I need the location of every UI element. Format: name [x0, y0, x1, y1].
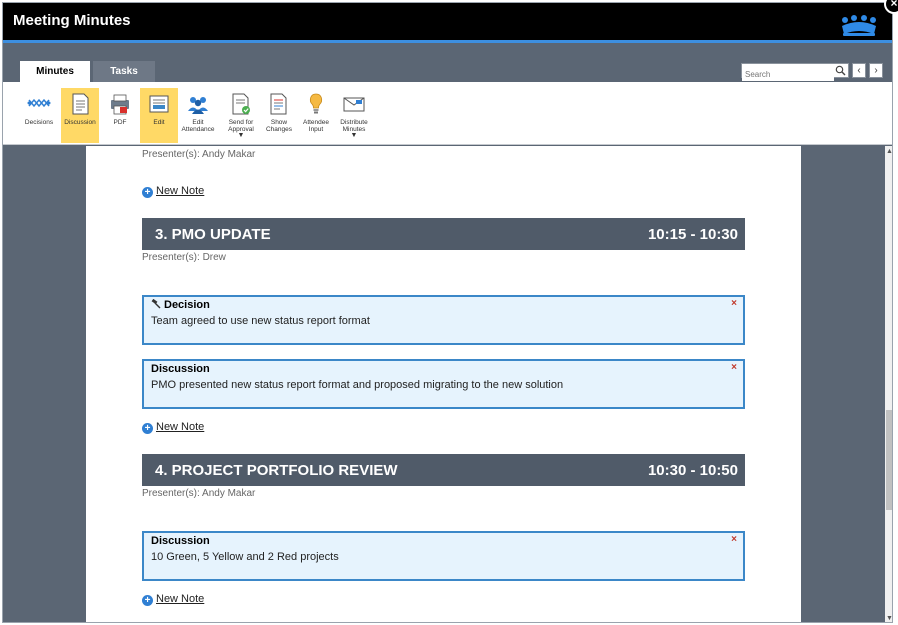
- new-note-label: New Note: [156, 421, 205, 433]
- scroll-down-icon[interactable]: ▼: [886, 615, 892, 622]
- decisions-button[interactable]: Decisions: [20, 88, 58, 143]
- distribute-minutes-label: Distribute Minutes: [340, 119, 368, 133]
- discussion-button[interactable]: Discussion: [61, 88, 99, 143]
- tab-minutes[interactable]: Minutes: [20, 61, 90, 83]
- decision-note[interactable]: Decision Team agreed to use new status r…: [142, 295, 745, 345]
- pdf-icon: [111, 94, 129, 115]
- presenter-text: Presenter(s): Andy Makar: [142, 149, 256, 160]
- approval-icon: [232, 93, 250, 115]
- plus-icon: +: [142, 595, 153, 606]
- note-text: Team agreed to use new status report for…: [151, 315, 370, 327]
- lightbulb-icon: [309, 93, 323, 114]
- chevron-down-icon: ▼: [237, 132, 245, 139]
- delete-note-icon[interactable]: ×: [731, 534, 737, 545]
- new-note-label: New Note: [156, 185, 205, 197]
- note-type-label: Decision: [164, 299, 210, 311]
- show-changes-button[interactable]: Show Changes: [260, 88, 298, 143]
- edit-label: Edit: [153, 119, 165, 126]
- scrollbar-thumb[interactable]: [886, 410, 892, 510]
- decisions-icon: [27, 98, 51, 108]
- note-type: Discussion: [151, 363, 210, 375]
- note-text: 10 Green, 5 Yellow and 2 Red projects: [151, 551, 339, 563]
- discussion-note[interactable]: Discussion 10 Green, 5 Yellow and 2 Red …: [142, 531, 745, 581]
- distribute-minutes-button[interactable]: Distribute Minutes ▼: [335, 88, 373, 143]
- minutes-content: Presenter(s): Andy Makar + New Note 3. PM…: [3, 146, 885, 622]
- gavel-icon: [151, 299, 161, 309]
- edit-attendance-button[interactable]: Edit Attendance: [179, 88, 217, 143]
- presenter-text: Presenter(s): Drew: [142, 252, 226, 263]
- new-note-link[interactable]: + New Note: [142, 421, 204, 434]
- agenda-item-header: 4. PROJECT PORTFOLIO REVIEW 10:30 - 10:5…: [142, 454, 745, 486]
- decisions-label: Decisions: [24, 119, 54, 126]
- tab-tasks[interactable]: Tasks: [93, 61, 155, 83]
- note-type: Decision: [151, 299, 210, 311]
- agenda-item-header: 3. PMO UPDATE 10:15 - 10:30: [142, 218, 745, 250]
- agenda-item-time: 10:15 - 10:30: [647, 226, 738, 243]
- pdf-button[interactable]: PDF: [101, 88, 139, 143]
- discussion-label: Discussion: [64, 119, 96, 126]
- minutes-page: Presenter(s): Andy Makar + New Note 3. PM…: [86, 146, 801, 622]
- vertical-scrollbar[interactable]: ▲ ▼: [885, 146, 892, 622]
- note-type: Discussion: [151, 535, 210, 547]
- next-button[interactable]: ›: [869, 63, 883, 78]
- edit-icon: [149, 95, 169, 113]
- attendee-input-button[interactable]: Attendee Input: [297, 88, 335, 143]
- new-note-label: New Note: [156, 593, 205, 605]
- new-note-link[interactable]: + New Note: [142, 185, 204, 198]
- new-note-link[interactable]: + New Note: [142, 593, 204, 606]
- presenter-text: Presenter(s): Andy Makar: [142, 488, 256, 499]
- scroll-up-icon[interactable]: ▲: [886, 148, 892, 155]
- show-changes-label: Show Changes: [265, 119, 293, 133]
- plus-icon: +: [142, 423, 153, 434]
- window-title: Meeting Minutes: [13, 12, 131, 29]
- changes-icon: [270, 93, 287, 115]
- logo-icon: [842, 15, 876, 36]
- note-text: PMO presented new status report format a…: [151, 379, 564, 391]
- send-for-approval-label: Send for Approval: [228, 119, 254, 133]
- toolbar: Decisions Discussion PDF Edit Edit Atten…: [3, 82, 892, 145]
- search-input[interactable]: [742, 68, 834, 81]
- agenda-item-time: 10:30 - 10:50: [647, 462, 738, 479]
- pdf-label: PDF: [113, 119, 127, 126]
- search-icon[interactable]: [835, 65, 846, 76]
- distribute-icon: [343, 97, 365, 112]
- edit-attendance-label: Edit Attendance: [181, 119, 215, 133]
- meeting-minutes-window: Meeting Minutes Minutes Tasks ‹ ›: [2, 2, 893, 623]
- discussion-note[interactable]: Discussion PMO presented new status repo…: [142, 359, 745, 409]
- chevron-down-icon: ▼: [350, 132, 358, 139]
- attendance-icon: [188, 97, 208, 114]
- title-bar: Meeting Minutes: [3, 3, 892, 43]
- delete-note-icon[interactable]: ×: [731, 298, 737, 309]
- tab-strip: Minutes Tasks ‹ ›: [3, 43, 892, 83]
- send-for-approval-button[interactable]: Send for Approval ▼: [222, 88, 260, 143]
- plus-icon: +: [142, 187, 153, 198]
- search-box[interactable]: [741, 63, 849, 81]
- agenda-item-title: 4. PROJECT PORTFOLIO REVIEW: [155, 462, 398, 479]
- delete-note-icon[interactable]: ×: [731, 362, 737, 373]
- previous-button[interactable]: ‹: [852, 63, 866, 78]
- discussion-icon: [72, 93, 89, 115]
- attendee-input-label: Attendee Input: [302, 119, 330, 133]
- agenda-item-title: 3. PMO UPDATE: [155, 226, 271, 243]
- edit-button[interactable]: Edit: [140, 88, 178, 143]
